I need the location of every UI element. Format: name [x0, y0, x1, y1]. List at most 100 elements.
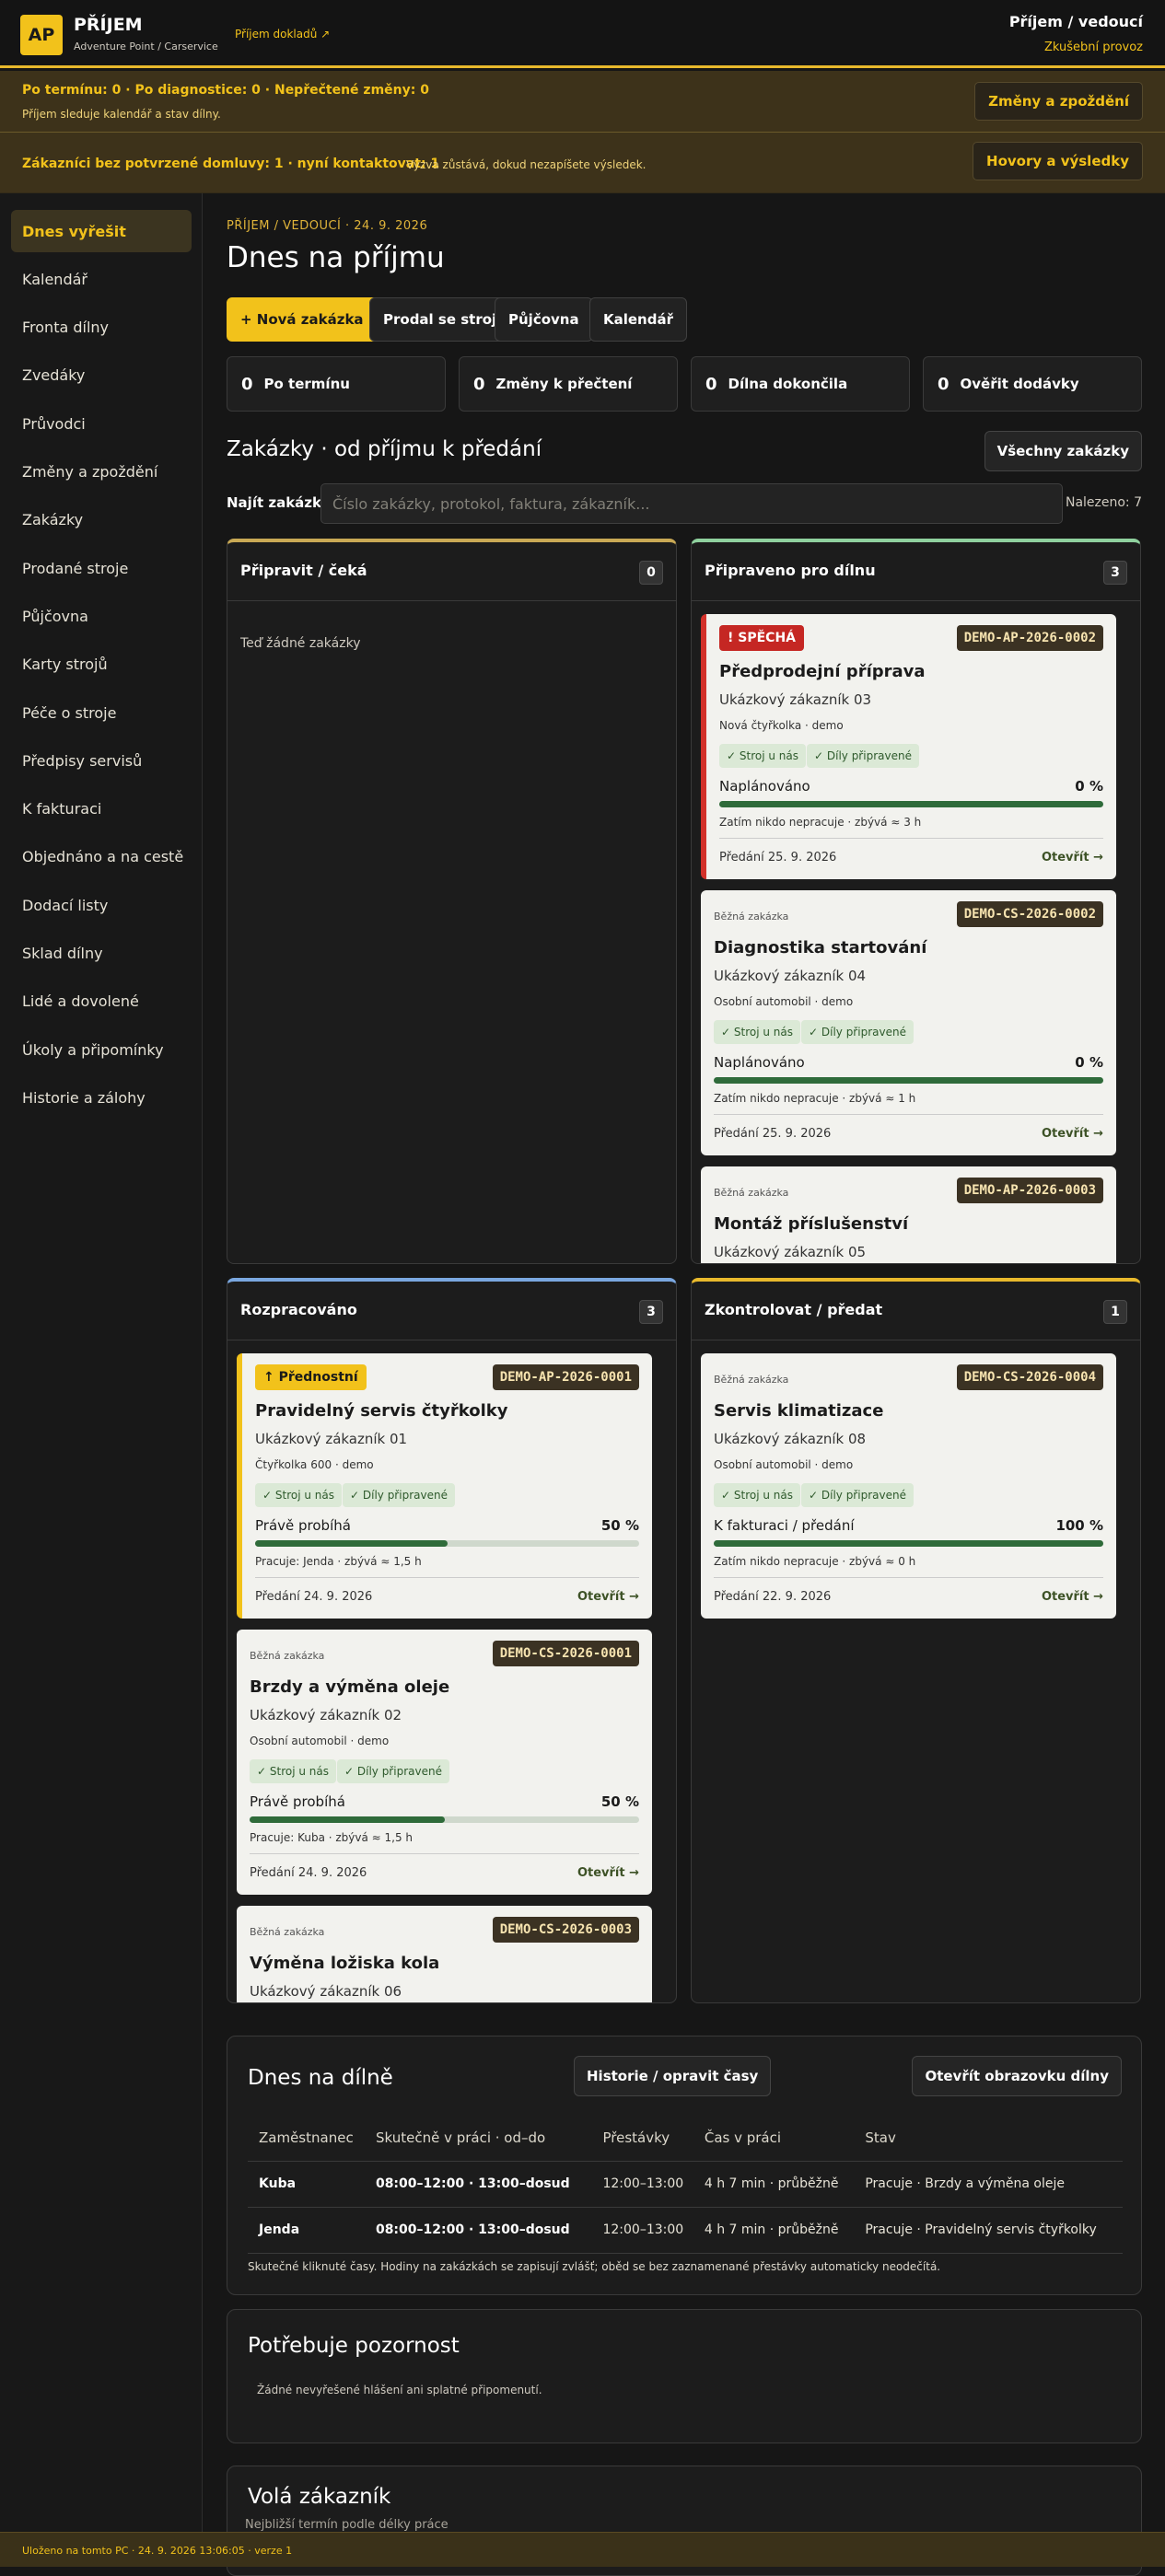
worker-info: Zatím nikdo nepracuje · zbývá ≈ 3 h	[719, 816, 922, 829]
sidebar-item[interactable]: Úkoly a připomínky	[11, 1028, 192, 1071]
column-count: 1	[1103, 1300, 1127, 1324]
alert-calls-sub: Výzva zůstává, dokud nezapíšete výsledek…	[406, 158, 647, 171]
top-bar: AP PŘÍJEM Adventure Point / Carservice P…	[0, 0, 1165, 68]
order-card[interactable]: Běžná zakázka DEMO-AP-2026-0003 Montáž pří…	[701, 1166, 1116, 1263]
sidebar-item[interactable]: Zvedáky	[11, 354, 192, 397]
table-cell: 08:00–12:00 · 13:00–dosud	[364, 2161, 592, 2208]
all-orders-button[interactable]: Všechny zakázky	[984, 431, 1142, 471]
order-card[interactable]: Běžná zakázka DEMO-CS-2026-0003 Výměna lož…	[237, 1906, 652, 2002]
workshop-note: Skutečné kliknuté časy. Hodiny na zakázk…	[248, 2260, 941, 2273]
order-card[interactable]: ! SPĚCHÁ DEMO-AP-2026-0002 Předprodejní př…	[701, 614, 1116, 879]
order-column: Připravit / čeká 0 Teď žádné zakázky	[227, 539, 677, 1264]
sold-machine-button[interactable]: Prodal se stroj	[369, 297, 511, 342]
sidebar-item[interactable]: Předpisy servisů	[11, 739, 192, 782]
order-title: Montáž příslušenství	[714, 1214, 909, 1234]
worker-info: Zatím nikdo nepracuje · zbývá ≈ 0 h	[714, 1555, 916, 1568]
order-card[interactable]: Běžná zakázka DEMO-CS-2026-0004 Servis kli…	[701, 1353, 1116, 1619]
order-column: Zkontrolovat / předat 1 Běžná zakázka DEMO-…	[691, 1278, 1141, 2003]
open-order-link[interactable]: Otevřít →	[1042, 1590, 1103, 1604]
table-cell: Jenda	[248, 2207, 365, 2254]
due-date: Předání 25. 9. 2026	[714, 1127, 832, 1141]
table-cell: Pracuje · Pravidelný servis čtyřkolky	[854, 2207, 1123, 2254]
rental-button[interactable]: Půjčovna	[495, 297, 593, 342]
sidebar-item[interactable]: Půjčovna	[11, 595, 192, 637]
calls-results-button[interactable]: Hovory a výsledky	[973, 142, 1143, 180]
priority-badge: ! SPĚCHÁ	[719, 625, 804, 651]
order-card[interactable]: Běžná zakázka DEMO-CS-2026-0002 Diagnostik…	[701, 890, 1116, 1155]
table-cell: Pracuje · Brzdy a výměna oleje	[854, 2161, 1123, 2208]
open-workshop-screen-button[interactable]: Otevřít obrazovku dílny	[912, 2056, 1122, 2096]
sidebar-item[interactable]: Dodací listy	[11, 884, 192, 926]
worker-info: Pracuje: Jenda · zbývá ≈ 1,5 h	[255, 1555, 422, 1568]
sidebar-item[interactable]: Karty strojů	[11, 644, 192, 686]
page-title: Dnes na příjmu	[227, 241, 445, 274]
documents-link[interactable]: Příjem dokladů ↗	[235, 28, 330, 41]
order-title: Servis klimatizace	[714, 1401, 884, 1421]
stat-label: Změny k přečtení	[495, 376, 633, 392]
attention-text: Žádné nevyřešené hlášení ani splatné při…	[257, 2384, 542, 2396]
stat-label: Dílna dokončila	[728, 376, 848, 392]
sidebar-item[interactable]: Péče o stroje	[11, 691, 192, 734]
stat-overdue[interactable]: 0 Po termínu	[227, 356, 446, 412]
sidebar-item[interactable]: Objednáno a na cestě	[11, 836, 192, 878]
alert-calls-text: Zákazníci bez potvrzené domluvy: 1 · nyn…	[22, 157, 440, 171]
sidebar-item[interactable]: Fronta dílny	[11, 307, 192, 349]
sidebar-item[interactable]: Změny a zpoždění	[11, 451, 192, 493]
stat-changes[interactable]: 0 Změny k přečtení	[459, 356, 678, 412]
order-card[interactable]: ↑ Přednostní DEMO-AP-2026-0001 Pravidelný …	[237, 1353, 652, 1619]
stat-value: 0	[938, 374, 949, 394]
new-order-button[interactable]: + Nová zakázka	[227, 297, 378, 342]
open-order-link[interactable]: Otevřít →	[577, 1866, 639, 1880]
search-input[interactable]	[320, 483, 1063, 524]
calendar-button[interactable]: Kalendář	[589, 297, 687, 342]
sidebar-item[interactable]: K fakturaci	[11, 788, 192, 830]
mode-label: Zkušební provoz	[1043, 41, 1143, 54]
sidebar-item[interactable]: Zakázky	[11, 499, 192, 541]
sidebar-item[interactable]: Prodané stroje	[11, 547, 192, 589]
sidebar-item[interactable]: Sklad dílny	[11, 933, 192, 975]
column-header: Zkontrolovat / předat 1	[692, 1282, 1140, 1340]
stat-label: Po termínu	[263, 376, 350, 392]
open-order-link[interactable]: Otevřít →	[577, 1590, 639, 1604]
status-chip: ✓ Stroj u nás	[714, 1020, 800, 1044]
progress-label: Naplánováno	[719, 778, 810, 795]
machine-label: Čtyřkolka 600 · demo	[255, 1458, 374, 1471]
sidebar-item[interactable]: Kalendář	[11, 258, 192, 300]
changes-delays-button[interactable]: Změny a zpoždění	[974, 82, 1143, 121]
status-chip: ✓ Díly připravené	[343, 1483, 455, 1507]
stat-label: Ověřit dodávky	[960, 376, 1079, 392]
workshop-title: Dnes na dílně	[248, 2066, 393, 2090]
sidebar-item[interactable]: Průvodci	[11, 402, 192, 445]
column-count: 3	[1103, 561, 1127, 585]
order-title: Pravidelný servis čtyřkolky	[255, 1401, 508, 1421]
due-date: Předání 22. 9. 2026	[714, 1590, 832, 1604]
sidebar-item[interactable]: Historie a zálohy	[11, 1076, 192, 1119]
shifts-table: Zaměstnanec Skutečně v práci · od–do Přest…	[248, 2115, 1123, 2254]
customer-name: Ukázkový zákazník 03	[719, 691, 872, 708]
status-chip: ✓ Stroj u nás	[719, 744, 806, 768]
progress-percent: 50 %	[600, 1793, 639, 1810]
order-code: DEMO-CS-2026-0001	[492, 1641, 639, 1666]
open-order-link[interactable]: Otevřít →	[1042, 1127, 1103, 1141]
customer-name: Ukázkový zákazník 05	[714, 1244, 867, 1260]
order-column: Rozpracováno 3 ↑ Přednostní DEMO-AP-2026-00…	[227, 1278, 677, 2003]
progress-percent: 100 %	[1055, 1517, 1103, 1534]
due-date: Předání 24. 9. 2026	[255, 1590, 373, 1604]
machine-label: Osobní automobil · demo	[250, 1735, 390, 1747]
order-code: DEMO-CS-2026-0002	[956, 901, 1103, 927]
open-order-link[interactable]: Otevřít →	[1042, 851, 1103, 864]
alert-delays-text: Po termínu: 0 · Po diagnostice: 0 · Nepř…	[22, 83, 429, 98]
sidebar-item[interactable]: Lidé a dovolené	[11, 981, 192, 1023]
stat-workshop-done[interactable]: 0 Dílna dokončila	[691, 356, 910, 412]
machine-label: Osobní automobil · demo	[714, 995, 854, 1008]
sidebar: Dnes vyřešit Kalendář Fronta dílny Zvedáky P…	[0, 193, 203, 2532]
table-header: Přestávky	[591, 2115, 693, 2162]
column-count: 0	[639, 561, 663, 585]
order-card[interactable]: Běžná zakázka DEMO-CS-2026-0001 Brzdy a vý…	[237, 1630, 652, 1895]
stat-verify-deliveries[interactable]: 0 Ověřit dodávky	[923, 356, 1142, 412]
status-chip: ✓ Díly připravené	[337, 1759, 449, 1783]
history-times-button[interactable]: Historie / opravit časy	[574, 2056, 772, 2096]
progress-percent: 0 %	[1075, 778, 1103, 795]
progress-percent: 0 %	[1075, 1054, 1103, 1071]
sidebar-item[interactable]: Dnes vyřešit	[11, 210, 192, 252]
